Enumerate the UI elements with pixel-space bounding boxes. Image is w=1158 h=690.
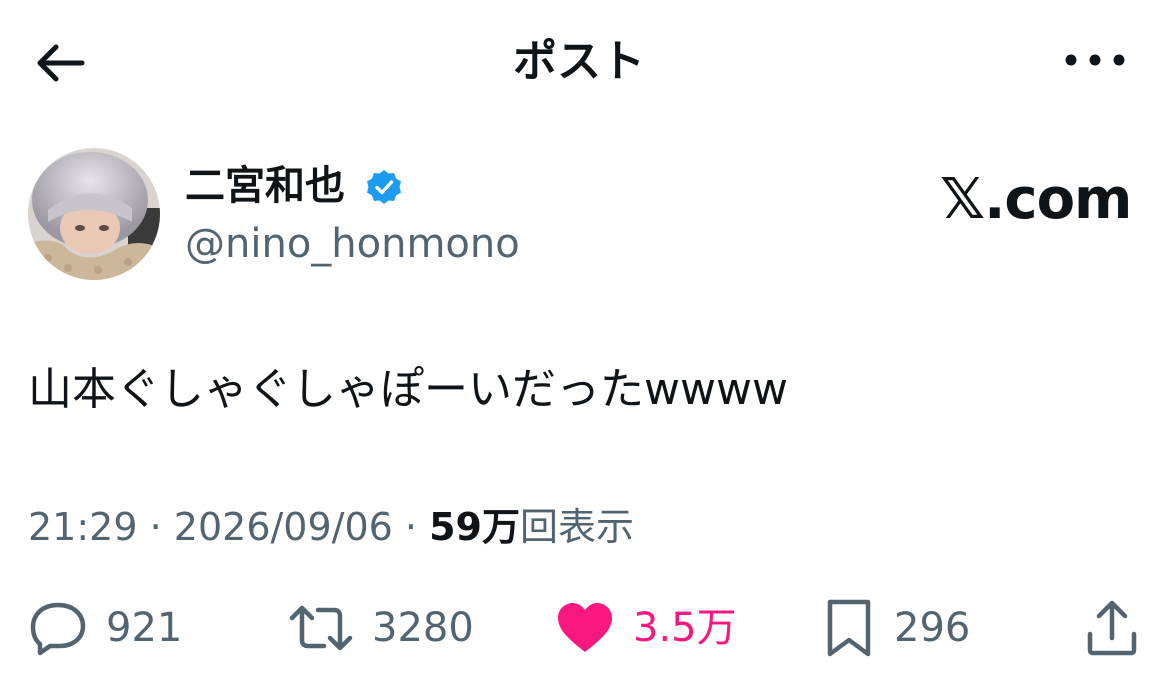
share-icon <box>1087 600 1137 656</box>
verified-badge-icon <box>367 170 401 204</box>
post-date[interactable]: 2026/09/06 <box>174 505 393 549</box>
avatar-image <box>28 148 160 280</box>
views-count: 59万 <box>429 505 520 549</box>
bookmark-icon <box>827 599 871 657</box>
retweet-button[interactable]: 3280 <box>288 598 474 658</box>
page-title: ポスト <box>513 36 645 87</box>
like-count: 3.5万 <box>633 605 737 651</box>
post-meta: 21:29 · 2026/09/06 · 59万回表示 <box>28 502 634 552</box>
author-handle[interactable]: @nino_honmono <box>185 218 520 270</box>
share-button[interactable] <box>1082 598 1142 658</box>
retweet-count: 3280 <box>372 605 474 651</box>
bookmark-button[interactable]: 296 <box>822 598 970 658</box>
heart-icon <box>558 603 612 652</box>
like-button[interactable]: 3.5万 <box>555 598 737 658</box>
bookmark-count: 296 <box>894 605 971 651</box>
reply-icon <box>30 602 86 656</box>
x-com-watermark: 𝕏.com <box>940 167 1132 232</box>
reply-button[interactable]: 921 <box>28 598 182 658</box>
meta-separator: · <box>149 505 162 549</box>
views-label: 回表示 <box>520 505 635 549</box>
more-dots-icon <box>1065 54 1125 66</box>
post-time[interactable]: 21:29 <box>28 505 138 549</box>
reply-count: 921 <box>106 605 183 651</box>
avatar[interactable] <box>28 148 160 280</box>
more-options-button[interactable] <box>1060 45 1130 75</box>
author-display-name[interactable]: 二宮和也 <box>185 160 345 212</box>
meta-separator: · <box>404 505 418 549</box>
retweet-icon <box>289 605 353 651</box>
post-text: 山本ぐしゃぐしゃぽーいだったwwww <box>28 364 788 415</box>
